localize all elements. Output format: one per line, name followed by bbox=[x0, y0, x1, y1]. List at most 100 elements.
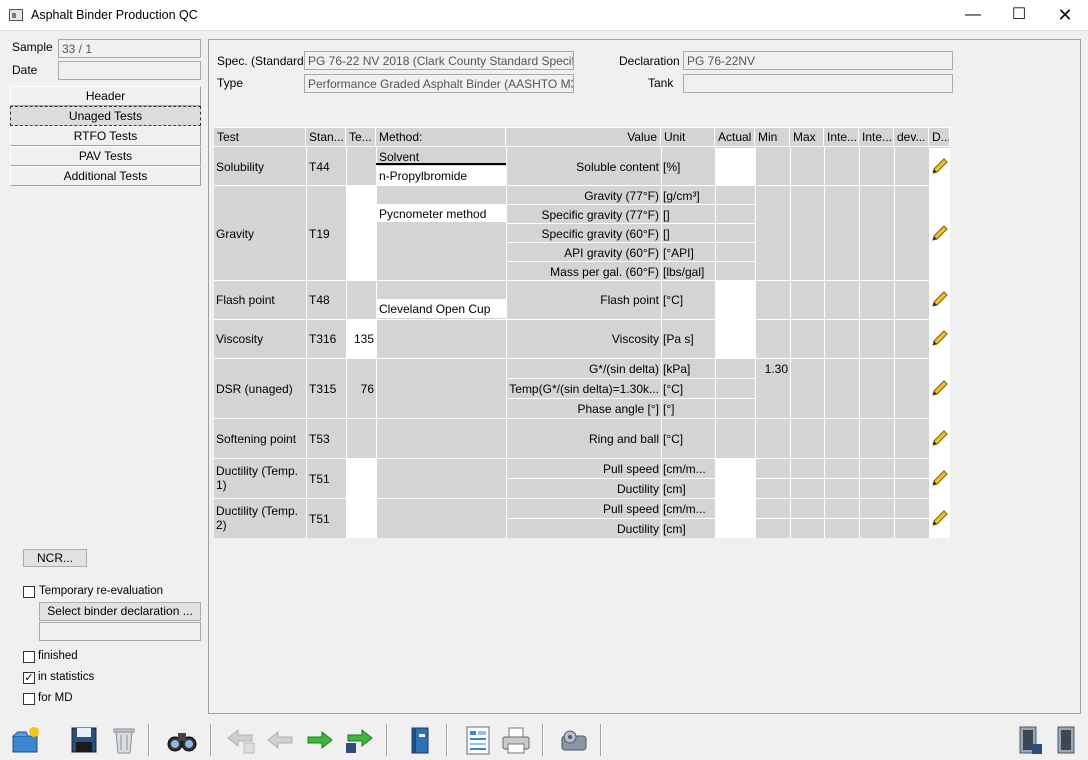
edit-pencil-icon[interactable] bbox=[931, 469, 949, 487]
first-record-icon[interactable] bbox=[224, 724, 256, 756]
delete-icon[interactable] bbox=[108, 724, 140, 756]
row-temp-dsr[interactable]: 76 bbox=[347, 382, 374, 396]
app-icon bbox=[9, 9, 23, 21]
method-pycnometer[interactable]: Pycnometer method bbox=[376, 204, 506, 222]
nav-pav-tests[interactable]: PAV Tests bbox=[10, 146, 201, 166]
spec-field[interactable]: PG 76-22 NV 2018 (Clark County Standard … bbox=[304, 51, 574, 70]
sample-field[interactable]: 33 / 1 bbox=[58, 39, 201, 58]
col-temp[interactable]: Te... bbox=[346, 127, 376, 147]
window-title: Asphalt Binder Production QC bbox=[31, 8, 198, 22]
tests-grid: Test Stan... Te... Method: Value Unit Ac… bbox=[214, 127, 950, 538]
row-test-dsr: DSR (unaged) bbox=[216, 382, 293, 396]
col-value[interactable]: Value bbox=[506, 127, 661, 147]
temp-reeval-checkbox[interactable] bbox=[23, 586, 35, 598]
col-dev[interactable]: dev... bbox=[894, 127, 929, 147]
col-method[interactable]: Method: bbox=[376, 127, 506, 147]
actual-ductility-1[interactable] bbox=[716, 479, 755, 498]
row-test-flash-point: Flash point bbox=[216, 293, 275, 307]
row-test-ductility-2: Ductility (Temp. 2) bbox=[216, 504, 299, 532]
last-record-icon[interactable] bbox=[344, 724, 376, 756]
exit-icon[interactable] bbox=[1050, 724, 1082, 756]
value-label: Specific gravity (60°F) bbox=[541, 227, 660, 241]
col-test[interactable]: Test bbox=[214, 127, 306, 147]
col-max[interactable]: Max bbox=[790, 127, 824, 147]
declaration-field[interactable]: PG 76-22NV bbox=[683, 51, 953, 70]
row-std: T51 bbox=[309, 472, 330, 486]
row-std: T19 bbox=[309, 227, 330, 241]
col-d[interactable]: D... bbox=[929, 127, 950, 147]
book-icon[interactable] bbox=[404, 724, 436, 756]
edit-pencil-icon[interactable] bbox=[931, 224, 949, 242]
actual-pull-speed-1[interactable] bbox=[716, 459, 755, 478]
print-icon[interactable] bbox=[500, 724, 532, 756]
edit-pencil-icon[interactable] bbox=[931, 290, 949, 308]
value-label: Gravity (77°F) bbox=[584, 189, 659, 203]
unit-label: [cm/m... bbox=[663, 502, 706, 516]
col-inte-2[interactable]: Inte... bbox=[859, 127, 894, 147]
col-unit[interactable]: Unit bbox=[661, 127, 715, 147]
edit-pencil-icon[interactable] bbox=[931, 379, 949, 397]
edit-pencil-icon[interactable] bbox=[931, 157, 949, 175]
unit-label: [cm] bbox=[663, 482, 686, 496]
unit-label: [°] bbox=[663, 402, 675, 416]
minimize-button[interactable]: — bbox=[950, 0, 996, 31]
settings-icon[interactable] bbox=[558, 724, 590, 756]
row-std: T53 bbox=[309, 432, 330, 446]
col-inte-1[interactable]: Inte... bbox=[824, 127, 859, 147]
date-field[interactable] bbox=[58, 61, 201, 80]
in-statistics-checkbox[interactable]: ✓ bbox=[23, 672, 35, 684]
temp-gravity[interactable] bbox=[347, 186, 376, 280]
nav-header[interactable]: Header bbox=[10, 86, 201, 106]
search-binoculars-icon[interactable] bbox=[166, 724, 198, 756]
method-cleveland[interactable]: Cleveland Open Cup bbox=[376, 299, 506, 318]
select-binder-button[interactable]: Select binder declaration ... bbox=[39, 602, 201, 621]
actual-ductility-2[interactable] bbox=[716, 519, 755, 538]
nav-additional-tests[interactable]: Additional Tests bbox=[10, 166, 201, 186]
new-icon[interactable] bbox=[10, 724, 42, 756]
unit-label: [kPa] bbox=[663, 362, 691, 376]
temp-reeval-label: Temporary re-evaluation bbox=[39, 585, 164, 597]
min-value-dsr: 1.30 bbox=[764, 362, 788, 376]
in-statistics-label: in statistics bbox=[38, 671, 95, 683]
col-actual[interactable]: Actual bbox=[715, 127, 755, 147]
method-solvent-value[interactable]: n-Propylbromide bbox=[376, 166, 506, 185]
row-temp-viscosity[interactable]: 135 bbox=[347, 332, 374, 346]
nav-rtfo-tests[interactable]: RTFO Tests bbox=[10, 126, 201, 146]
unit-label: [g/cm³] bbox=[663, 189, 700, 203]
report-icon[interactable] bbox=[462, 724, 494, 756]
temp-ductility-2[interactable] bbox=[347, 499, 376, 538]
row-test-softening: Softening point bbox=[216, 432, 297, 446]
unit-label: [°C] bbox=[663, 382, 684, 396]
type-field[interactable]: Performance Graded Asphalt Binder (AASHT… bbox=[304, 74, 574, 93]
previous-record-icon[interactable] bbox=[264, 724, 296, 756]
actual-viscosity[interactable] bbox=[716, 320, 755, 358]
for-md-checkbox[interactable] bbox=[23, 693, 35, 705]
col-min[interactable]: Min bbox=[755, 127, 790, 147]
value-label: Ring and ball bbox=[588, 432, 659, 446]
actual-soluble-content[interactable] bbox=[716, 148, 755, 185]
row-test-ductility-1: Ductility (Temp. 1) bbox=[216, 464, 299, 492]
select-binder-field[interactable] bbox=[39, 622, 201, 641]
nav-unaged-tests[interactable]: Unaged Tests bbox=[10, 106, 201, 126]
temp-ductility-1[interactable] bbox=[347, 459, 376, 498]
save-icon[interactable] bbox=[68, 724, 100, 756]
finished-checkbox[interactable] bbox=[23, 651, 35, 663]
unit-label: [] bbox=[663, 208, 670, 222]
unit-label: [%] bbox=[663, 160, 681, 174]
actual-pull-speed-2[interactable] bbox=[716, 499, 755, 518]
close-button[interactable]: ✕ bbox=[1042, 0, 1088, 31]
unit-label: [°C] bbox=[663, 432, 684, 446]
edit-pencil-icon[interactable] bbox=[931, 429, 949, 447]
ncr-button[interactable]: NCR... bbox=[23, 549, 87, 567]
edit-pencil-icon[interactable] bbox=[931, 329, 949, 347]
actual-flash-point[interactable] bbox=[716, 281, 755, 319]
col-standard[interactable]: Stan... bbox=[306, 127, 346, 147]
tank-field[interactable] bbox=[683, 74, 953, 93]
edit-pencil-icon[interactable] bbox=[931, 509, 949, 527]
value-label: Temp(G*/(sin delta)=1.30k... bbox=[509, 382, 659, 396]
exit-save-icon[interactable] bbox=[1014, 724, 1046, 756]
left-panel: Sample 33 / 1 Date Header Unaged Tests R… bbox=[0, 31, 206, 716]
next-record-icon[interactable] bbox=[304, 724, 336, 756]
finished-label: finished bbox=[38, 650, 78, 662]
maximize-button[interactable]: ☐ bbox=[996, 0, 1042, 31]
